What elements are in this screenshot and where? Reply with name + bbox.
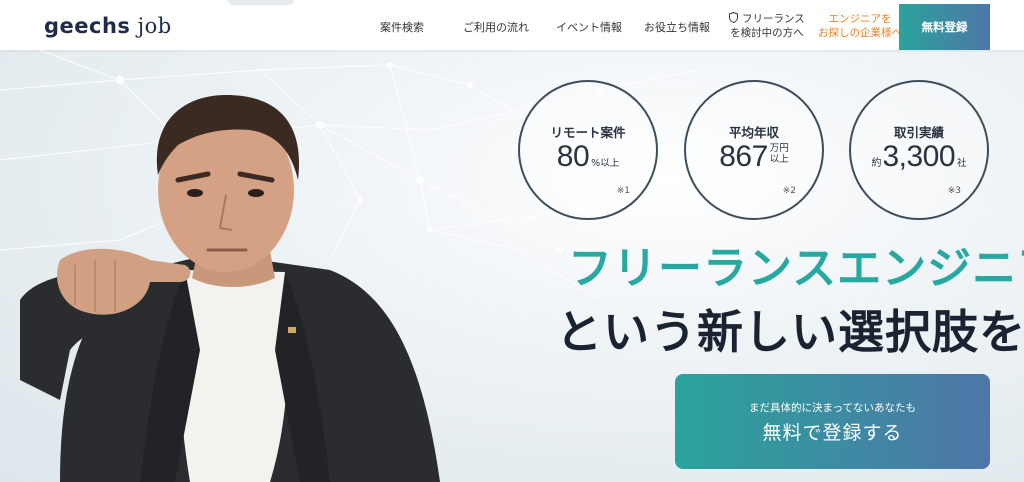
nav-useful-info[interactable]: お役立ち情報 (644, 19, 710, 35)
site-header: geechs job 案件検索 ご利用の流れ イベント情報 お役立ち情報 フリー… (0, 0, 1024, 50)
headline-line-1: フリーランスエンジニア (568, 243, 1024, 294)
nav-usage-flow[interactable]: ご利用の流れ (463, 19, 529, 35)
stat-avg-income: 平均年収 867 万円 以上 ※2 (684, 80, 824, 220)
nav-events[interactable]: イベント情報 (556, 19, 622, 35)
site-logo[interactable]: geechs job (44, 14, 172, 38)
spokesperson-photo (20, 95, 440, 482)
nav-for-freelancers[interactable]: フリーランス を検討中の方へ (729, 12, 805, 40)
nav-job-search[interactable]: 案件検索 (380, 19, 424, 35)
free-register-cta-button[interactable]: まだ具体的に決まってないあなたも 無料で登録する (675, 374, 990, 469)
header-tab-indicator (228, 0, 294, 5)
stat-track-record: 取引実績 約3,300 社 ※3 (849, 80, 989, 220)
shield-icon (729, 12, 742, 25)
register-button[interactable]: 無料登録 (899, 4, 990, 50)
headline-line-2: という新しい選択肢を (556, 305, 1024, 359)
nav-for-companies[interactable]: エンジニアを お探しの企業様へ (818, 12, 902, 40)
stat-remote-jobs: リモート案件 80 %以上 ※1 (518, 80, 658, 220)
hero-section: リモート案件 80 %以上 ※1 平均年収 867 万円 以上 ※2 取引実績 約3,… (0, 50, 1024, 482)
